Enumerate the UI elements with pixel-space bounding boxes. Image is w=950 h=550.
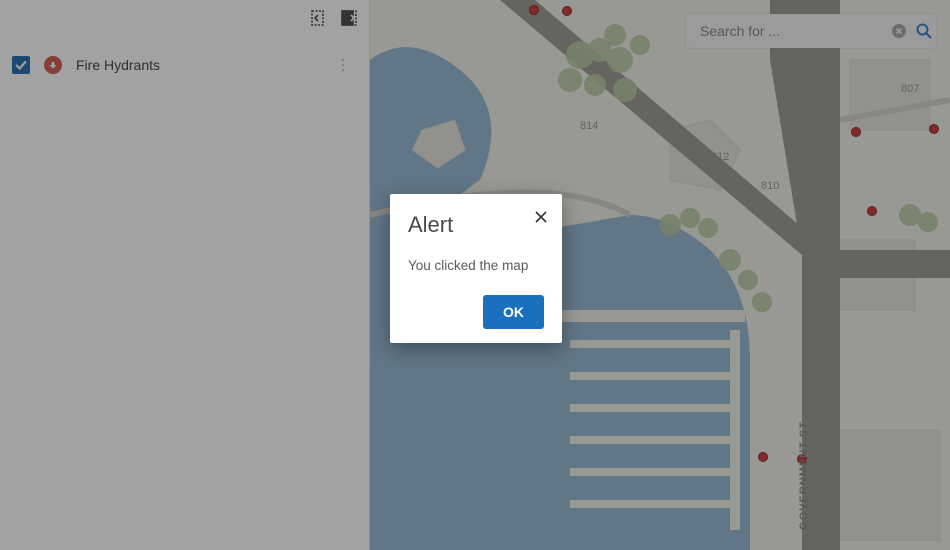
close-icon[interactable] — [534, 210, 548, 229]
modal-message: You clicked the map — [408, 258, 544, 273]
street-label-government: GOVERNMENT ST — [798, 421, 810, 530]
modal-actions: OK — [408, 295, 544, 329]
layer-row-fire-hydrants[interactable]: Fire Hydrants ⋮ — [0, 46, 369, 84]
alert-modal: Alert You clicked the map OK — [390, 194, 562, 343]
hydrant-point[interactable] — [852, 128, 861, 137]
app-root: Fire Hydrants ⋮ — [0, 0, 950, 550]
sidebar-toolbar — [309, 8, 359, 28]
layer-label: Fire Hydrants — [76, 57, 160, 73]
building-number: 807 — [901, 83, 919, 95]
building-number: 812 — [711, 151, 729, 163]
hydrant-point[interactable] — [868, 207, 877, 216]
building-number: 814 — [580, 120, 598, 132]
layer-visibility-checkbox[interactable] — [12, 56, 30, 74]
hydrant-point[interactable] — [563, 7, 572, 16]
clear-icon[interactable] — [891, 23, 907, 39]
search-box[interactable] — [686, 14, 936, 48]
search-input[interactable] — [698, 22, 883, 40]
expand-panel-icon[interactable] — [339, 8, 359, 28]
modal-title: Alert — [408, 212, 544, 238]
layer-more-menu-icon[interactable]: ⋮ — [336, 57, 351, 74]
hydrant-point[interactable] — [530, 6, 539, 15]
collapse-panel-icon[interactable] — [309, 8, 329, 28]
ok-button[interactable]: OK — [483, 295, 544, 329]
hydrant-point[interactable] — [759, 453, 768, 462]
fire-hydrant-icon — [44, 56, 62, 74]
layers-sidebar: Fire Hydrants ⋮ — [0, 0, 370, 550]
search-icon[interactable] — [915, 22, 933, 40]
building-number: 810 — [761, 180, 779, 192]
hydrant-point[interactable] — [930, 125, 939, 134]
